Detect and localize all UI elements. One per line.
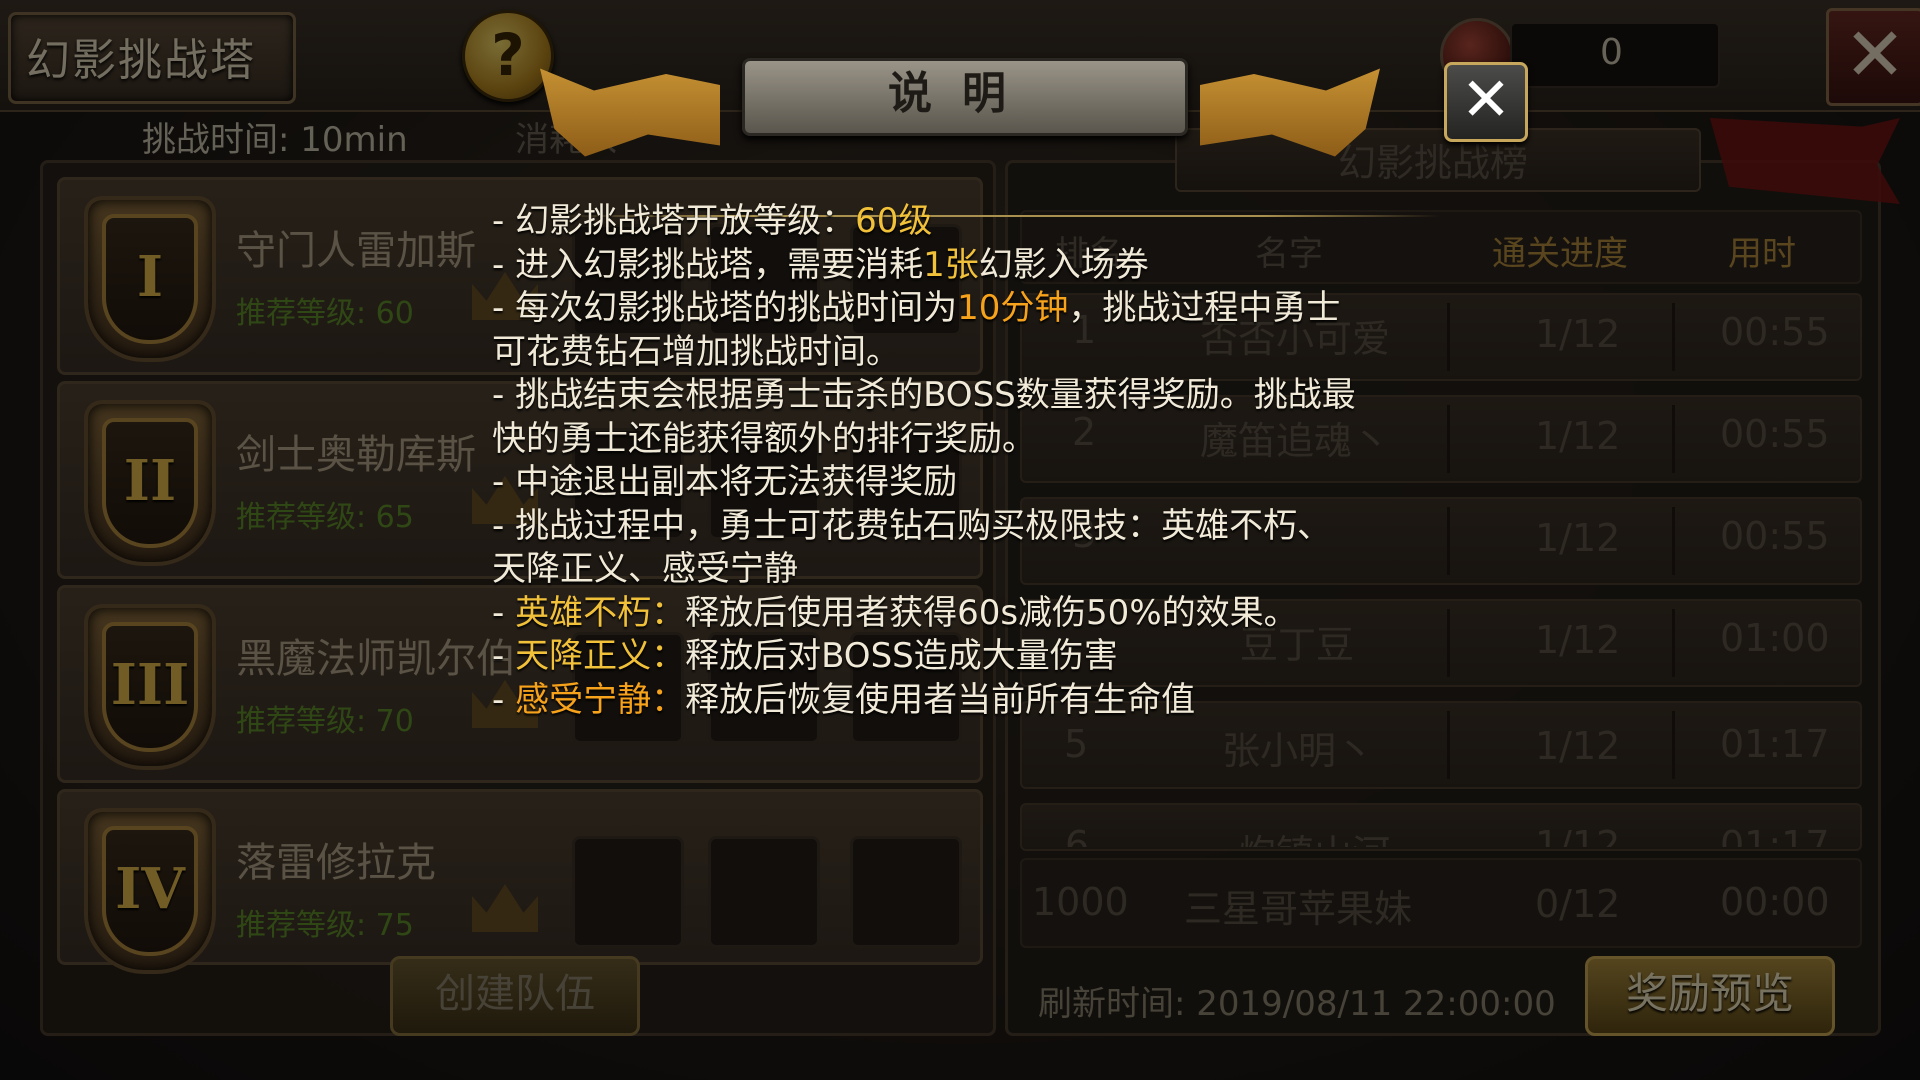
rule-line: - 进入幻影挑战塔，需要消耗1张幻影入场券 xyxy=(492,244,1432,288)
rule-highlight: 60级 xyxy=(855,201,933,241)
rule-line: - 英雄不朽：释放后使用者获得60s减伤50%的效果。 xyxy=(492,592,1432,636)
rule-line: 天降正义、感受宁静 xyxy=(492,549,798,589)
rule-text: - 每次幻影挑战塔的挑战时间为 xyxy=(492,288,958,328)
rule-highlight: 感受宁静： xyxy=(515,679,686,720)
rule-text: 释放后使用者获得60s减伤50%的效果。 xyxy=(685,592,1298,633)
rule-line: - 每次幻影挑战塔的挑战时间为10分钟，挑战过程中勇士 xyxy=(492,287,1432,331)
rule-highlight: 英雄不朽： xyxy=(515,592,686,633)
rule-highlight: 10分钟 xyxy=(957,288,1069,328)
rule-text: - 幻影挑战塔开放等级： xyxy=(492,201,856,241)
dialog-title: 说明 xyxy=(888,68,1036,119)
dialog-close-button[interactable]: ✕ xyxy=(1444,62,1528,142)
rule-text: - xyxy=(492,592,516,633)
rule-text: - xyxy=(492,679,516,720)
rule-line: - 感受宁静：释放后恢复使用者当前所有生命值 xyxy=(492,679,1432,723)
rule-line: 可花费钻石增加挑战时间。 xyxy=(492,331,900,372)
rule-text: 幻影入场券 xyxy=(978,244,1149,285)
rule-line: - 挑战结束会根据勇士击杀的BOSS数量获得奖励。挑战最 xyxy=(492,375,1356,415)
rule-text: ，挑战过程中勇士 xyxy=(1068,288,1341,328)
dialog-body: - 幻影挑战塔开放等级：60级 - 进入幻影挑战塔，需要消耗1张幻影入场券 - … xyxy=(492,200,1432,722)
rule-highlight: 1张 xyxy=(923,244,979,285)
rule-line: - 天降正义：释放后对BOSS造成大量伤害 xyxy=(492,635,1432,679)
rule-text: 释放后恢复使用者当前所有生命值 xyxy=(685,679,1196,720)
rule-line: - 中途退出副本将无法获得奖励 xyxy=(492,462,958,502)
rule-line: - 挑战过程中，勇士可花费钻石购买极限技：英雄不朽、 xyxy=(492,505,1332,546)
rule-text: - xyxy=(492,636,516,676)
rule-highlight: 天降正义： xyxy=(515,636,686,676)
rule-text: 释放后对BOSS造成大量伤害 xyxy=(685,636,1118,676)
rule-line: - 幻影挑战塔开放等级：60级 xyxy=(492,200,1432,244)
rule-text: - 进入幻影挑战塔，需要消耗 xyxy=(492,244,924,285)
rule-line: 快的勇士还能获得额外的排行奖励。 xyxy=(492,418,1036,459)
